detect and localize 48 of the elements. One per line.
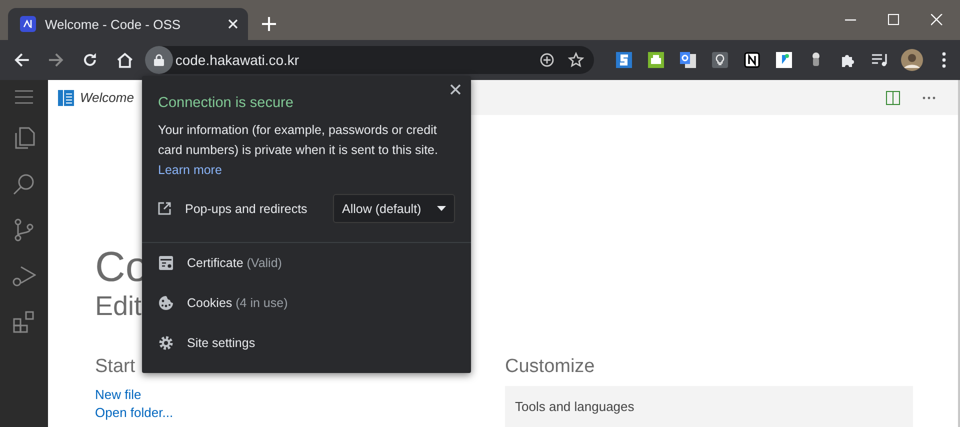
home-icon[interactable] xyxy=(116,52,134,68)
reload-icon[interactable] xyxy=(82,52,98,68)
menu-icon[interactable] xyxy=(15,90,33,104)
security-message: Your information (for example, passwords or credit card numbers) is private when it is sent to this site. xyxy=(158,122,439,159)
translate-icon[interactable] xyxy=(680,52,696,68)
lock-icon xyxy=(154,54,164,66)
media-queue-icon[interactable] xyxy=(871,52,889,68)
section-heading: Customize xyxy=(505,355,595,379)
back-icon[interactable] xyxy=(14,52,30,68)
open-external-icon xyxy=(158,202,171,215)
book-icon xyxy=(58,90,74,106)
certificate-icon xyxy=(159,256,173,270)
browser-tab[interactable]: Welcome - Code - OSS xyxy=(8,8,248,40)
start-link[interactable]: New file xyxy=(95,386,142,404)
lightbulb-icon[interactable] xyxy=(712,52,728,68)
more-actions-icon[interactable] xyxy=(922,96,936,100)
caret-icon xyxy=(437,206,446,211)
site-info-item[interactable]: Cookies (4 in use) xyxy=(142,283,471,323)
run-debug-icon[interactable] xyxy=(12,264,36,288)
close-icon[interactable] xyxy=(450,84,461,95)
extensions-icon[interactable] xyxy=(12,310,36,334)
maximize-icon[interactable] xyxy=(888,14,900,26)
split-editor-icon[interactable] xyxy=(886,90,900,104)
add-circle-icon[interactable] xyxy=(540,53,554,67)
more-menu-icon[interactable] xyxy=(942,52,946,68)
puzzle-icon[interactable] xyxy=(840,52,856,68)
site-info-item[interactable]: Site settings xyxy=(142,323,471,363)
search-icon[interactable] xyxy=(12,172,36,196)
forward-icon[interactable] xyxy=(48,52,64,68)
section-heading: Start xyxy=(95,355,136,379)
new-tab-icon[interactable] xyxy=(262,17,276,31)
editor-tab[interactable]: Welcome xyxy=(48,80,144,115)
cookie-icon xyxy=(158,295,174,311)
site-info-item[interactable]: Certificate (Valid) xyxy=(142,243,471,283)
customize-card[interactable]: Tools and languages xyxy=(505,386,913,427)
settings-icon xyxy=(158,335,174,351)
learn-more-link[interactable]: Learn more xyxy=(158,160,222,180)
popup-title: Connection is secure xyxy=(158,94,294,112)
source-control-icon[interactable] xyxy=(12,218,36,242)
star-icon[interactable] xyxy=(568,52,584,68)
permission-dropdown[interactable]: Allow (default) xyxy=(333,194,455,223)
tab-title: Welcome - Code - OSS xyxy=(45,16,182,32)
code-logo-icon xyxy=(20,16,36,32)
start-link[interactable]: Open folder... xyxy=(95,404,174,422)
s-extension-icon[interactable] xyxy=(616,52,632,68)
permission-label: Pop-ups and redirects xyxy=(185,202,308,216)
lock-button[interactable] xyxy=(145,46,174,74)
avatar-icon[interactable] xyxy=(901,49,923,71)
